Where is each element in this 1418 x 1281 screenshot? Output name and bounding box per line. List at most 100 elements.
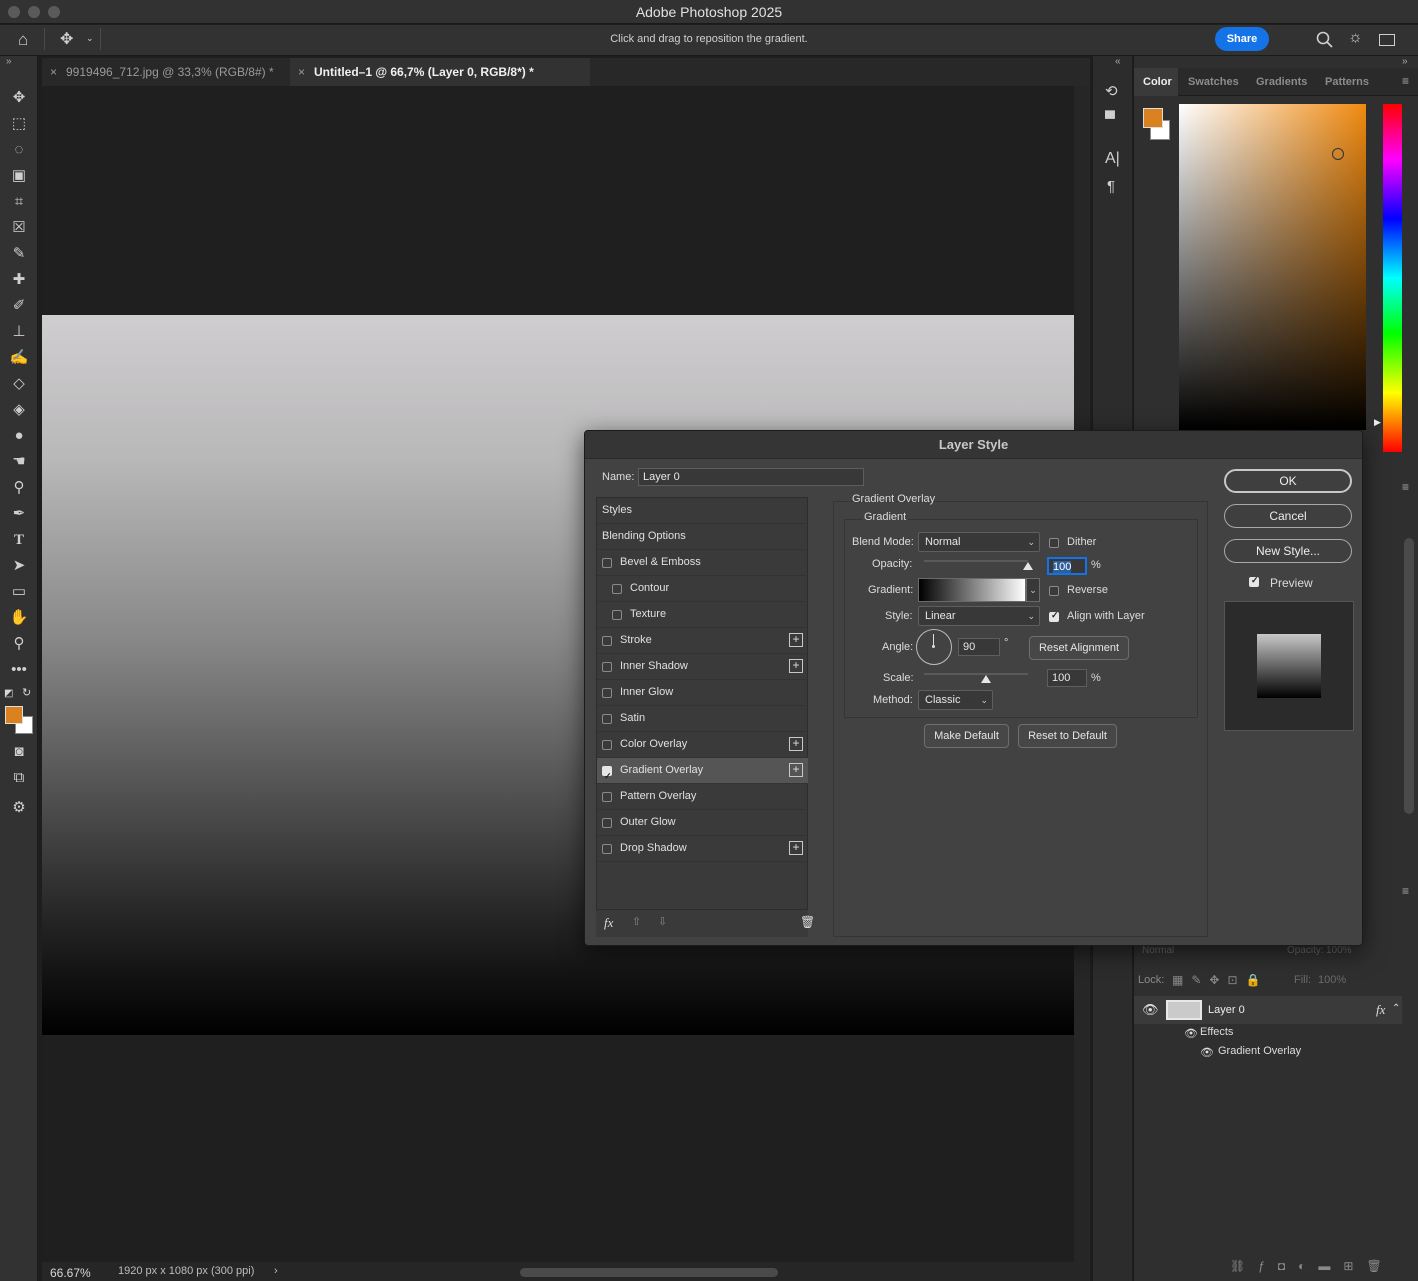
layer-row[interactable]: 👁 Layer 0 fx ⌃ — [1134, 996, 1402, 1024]
ok-button[interactable]: OK — [1224, 469, 1352, 493]
style-item[interactable]: Gradient Overlay + — [597, 758, 808, 789]
healing-brush-tool-icon[interactable]: ✚ — [9, 270, 29, 290]
close-icon[interactable]: × — [50, 58, 57, 86]
add-icon[interactable]: + — [789, 633, 803, 647]
angle-field[interactable]: 90 — [958, 638, 1000, 656]
collapse-icon[interactable]: » — [6, 56, 12, 67]
generative-icon[interactable]: ⚙ — [9, 798, 29, 818]
lock-icons[interactable]: ▦✎✥⊡🔒 — [1172, 973, 1268, 987]
workspace-icon[interactable] — [1379, 34, 1395, 46]
dither-checkbox[interactable] — [1049, 538, 1059, 548]
style-item[interactable]: Outer Glow — [597, 810, 808, 836]
tab-color[interactable]: Color — [1143, 76, 1172, 88]
frame-tool-icon[interactable]: ☒ — [9, 218, 29, 238]
foreground-color-swatch[interactable] — [5, 706, 23, 724]
collapse-icon[interactable]: » — [1402, 56, 1408, 67]
rectangle-tool-icon[interactable]: ▭ — [9, 582, 29, 602]
brush-tool-icon[interactable]: ✐ — [9, 296, 29, 316]
hue-slider[interactable] — [1383, 104, 1402, 452]
add-icon[interactable]: + — [789, 763, 803, 777]
color-picker-ring[interactable] — [1332, 148, 1344, 160]
style-item[interactable]: Drop Shadow + — [597, 836, 808, 862]
style-checkbox[interactable] — [602, 688, 612, 698]
reset-alignment-button[interactable]: Reset Alignment — [1029, 636, 1129, 660]
angle-dial[interactable] — [916, 629, 952, 665]
history-brush-tool-icon[interactable]: ✍ — [9, 348, 29, 368]
default-colors-icon[interactable]: ◩ — [4, 688, 13, 699]
history-icon[interactable]: ⟲ — [1105, 82, 1118, 100]
fx-icon[interactable]: fx — [1376, 1002, 1385, 1018]
chevron-down-icon[interactable]: ⌄ — [1026, 578, 1040, 602]
crop-tool-icon[interactable]: ⌗ — [9, 192, 29, 212]
style-item[interactable]: Texture — [597, 602, 808, 628]
style-item[interactable]: Satin — [597, 706, 808, 732]
style-checkbox[interactable] — [602, 740, 612, 750]
swap-colors-icon[interactable]: ↻ — [22, 686, 31, 699]
move-down-icon[interactable]: ⇩ — [658, 915, 667, 928]
chevron-right-icon[interactable]: › — [274, 1265, 278, 1277]
style-checkbox[interactable] — [602, 636, 612, 646]
gradient-swatch[interactable] — [918, 578, 1026, 602]
make-default-button[interactable]: Make Default — [924, 724, 1009, 748]
reset-to-default-button[interactable]: Reset to Default — [1018, 724, 1117, 748]
style-item[interactable]: Bevel & Emboss — [597, 550, 808, 576]
tab-gradients[interactable]: Gradients — [1256, 76, 1307, 88]
style-item[interactable]: Blending Options — [597, 524, 808, 550]
blur-tool-icon[interactable]: ● — [9, 426, 29, 446]
path-select-tool-icon[interactable]: ➤ — [9, 556, 29, 576]
marquee-tool-icon[interactable]: ⬚ — [9, 114, 29, 134]
color-field[interactable] — [1179, 104, 1366, 430]
layers-footer-icons[interactable]: ⛓ƒ◘◐▬⊞🗑 — [1230, 1259, 1395, 1273]
scale-field[interactable]: 100 — [1047, 669, 1087, 687]
tab-document-1[interactable]: × 9919496_712.jpg @ 33,3% (RGB/8#) * — [42, 58, 290, 86]
eye-icon[interactable]: 👁 — [1184, 1027, 1198, 1040]
tab-patterns[interactable]: Patterns — [1325, 76, 1369, 88]
smudge-tool-icon[interactable]: ☚ — [9, 452, 29, 472]
collapse-icon[interactable]: « — [1115, 56, 1121, 67]
trash-icon[interactable]: 🗑 — [800, 915, 815, 929]
tab-swatches[interactable]: Swatches — [1188, 76, 1239, 88]
style-item[interactable]: Styles — [597, 498, 808, 524]
close-icon[interactable]: × — [298, 58, 305, 86]
style-select[interactable]: Linear ⌄ — [918, 606, 1040, 626]
zoom-tool-icon[interactable]: ⚲ — [9, 634, 29, 654]
opacity-slider-thumb[interactable] — [1023, 562, 1033, 570]
style-checkbox[interactable] — [602, 714, 612, 724]
chevron-up-icon[interactable]: ⌃ — [1392, 1003, 1400, 1014]
search-icon[interactable] — [1316, 31, 1334, 49]
layer-opacity-value[interactable]: 100% — [1326, 945, 1352, 956]
hue-marker-icon[interactable]: ▶ — [1374, 417, 1381, 428]
fx-icon[interactable]: fx — [604, 915, 613, 931]
style-item[interactable]: Pattern Overlay — [597, 784, 808, 810]
eye-icon[interactable]: 👁 — [1200, 1046, 1214, 1059]
add-icon[interactable]: + — [789, 841, 803, 855]
style-item[interactable]: Inner Shadow + — [597, 654, 808, 680]
style-checkbox[interactable] — [602, 844, 612, 854]
style-checkbox[interactable] — [612, 610, 622, 620]
style-checkbox[interactable] — [602, 792, 612, 802]
character-icon[interactable]: A| — [1105, 150, 1120, 168]
style-item[interactable]: Stroke + — [597, 628, 808, 654]
style-item[interactable]: Color Overlay + — [597, 732, 808, 758]
method-select[interactable]: Classic ⌄ — [918, 690, 993, 710]
screen-mode-icon[interactable]: ⧉ — [9, 768, 29, 788]
align-with-layer-checkbox[interactable] — [1049, 610, 1059, 622]
add-icon[interactable]: + — [789, 737, 803, 751]
share-button[interactable]: Share — [1215, 27, 1269, 51]
panel-menu-icon[interactable]: ≡ — [1402, 884, 1409, 898]
move-tool-icon[interactable]: ✥ — [9, 88, 29, 108]
cancel-button[interactable]: Cancel — [1224, 504, 1352, 528]
name-field[interactable]: Layer 0 — [638, 468, 864, 486]
new-style-button[interactable]: New Style... — [1224, 539, 1352, 563]
panel-scrollbar[interactable] — [1404, 538, 1414, 814]
panel-menu-icon[interactable]: ≡ — [1402, 74, 1409, 88]
fill-value[interactable]: 100% — [1318, 974, 1346, 986]
reverse-checkbox[interactable] — [1049, 586, 1059, 596]
style-checkbox[interactable] — [612, 584, 622, 594]
object-select-tool-icon[interactable]: ▣ — [9, 166, 29, 186]
move-up-icon[interactable]: ⇧ — [632, 915, 641, 928]
panel-menu-icon[interactable]: ≡ — [1402, 480, 1409, 494]
lightbulb-icon[interactable]: ☼ — [1348, 29, 1363, 47]
type-tool-icon[interactable]: T — [9, 530, 29, 550]
opacity-slider[interactable] — [924, 560, 1028, 562]
